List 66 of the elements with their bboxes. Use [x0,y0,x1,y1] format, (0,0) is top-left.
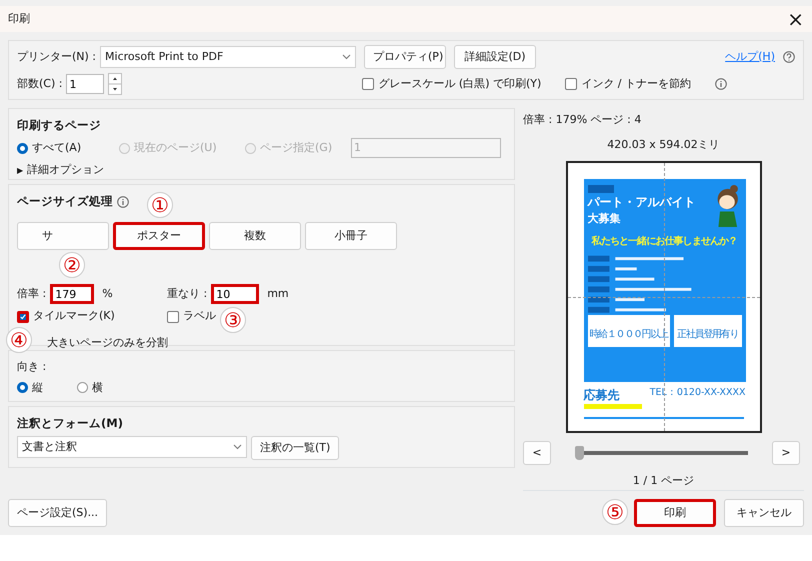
poster-feature-box: 正社員登用有り [674,314,742,346]
dialog-button[interactable]: ページ設定(S)... [8,499,108,527]
window-title: 印刷 [8,10,30,27]
info-icon [715,78,727,90]
copies-label: 部数(C) : [17,76,62,92]
label-tag-drawing [588,185,614,193]
page-counter: 1 / 1 ページ [632,473,694,489]
checkbox[interactable] [17,310,29,322]
dialog-button[interactable]: 印刷 [634,499,716,527]
number-field[interactable]: 10 [211,284,260,304]
more-options-link[interactable]: 詳細オプション [27,162,104,179]
radio-label: すべて(A) [32,140,82,156]
radio-label: ページ指定(G) [260,140,332,156]
poster-headline: パート・アルバイト [588,194,696,211]
mode-button[interactable]: ポスター [113,222,205,250]
previous-page-button[interactable]: < [523,441,551,465]
poster-headline: 大募集 [588,211,622,227]
section-title: ページサイズ処理 [17,193,113,210]
checkbox[interactable] [362,78,374,90]
checkbox-label: タイルマーク(K) [33,308,115,324]
dialog-button[interactable]: キャンセル [724,499,804,527]
poster-tel: TEL：0120-XX-XXXX [650,386,746,400]
info-icon [117,196,129,208]
copies-field[interactable]: 1 [66,74,104,94]
radio-label: 縦 [32,380,43,396]
radio-label: 現在のページ(U) [134,140,217,156]
unit-label: % [102,286,113,302]
section-title: 注釈とフォーム(M) [17,415,124,432]
printer-label: プリンター(N) : [17,48,96,65]
poster-apply-heading: 応募先 [584,386,642,409]
printer-dropdown[interactable]: Microsoft Print to PDF [100,46,356,68]
unit-label: mm [267,286,289,302]
spinner-control[interactable] [108,73,122,95]
number-field[interactable]: 179 [50,284,94,304]
close-button[interactable]: × [787,4,804,34]
radio-button[interactable] [17,142,28,154]
slider-thumb[interactable] [575,446,584,460]
section-title: 向き : [17,359,48,375]
radio-label: 横 [92,380,103,396]
radio-button[interactable] [17,382,28,394]
dialog-button[interactable]: 詳細設定(D) [454,45,536,69]
expand-toggle-icon[interactable]: ▶ [17,164,24,176]
help-link[interactable]: ヘルプ(H) [725,48,775,66]
mode-button[interactable]: サ [17,222,109,250]
mode-button[interactable]: 小冊子 [305,222,397,250]
check-icon [20,312,26,320]
comments-dropdown[interactable]: 文書と注釈 [17,436,247,458]
field-label: 重なり : [167,286,208,302]
chevron-icon [342,54,352,60]
next-page-button[interactable]: > [772,441,800,465]
checkbox[interactable] [167,310,179,322]
dialog-button[interactable]: 注釈の一覧(T) [251,436,340,460]
radio-button[interactable] [77,382,88,394]
page-size-label: 420.03 x 594.02ミリ [607,136,720,152]
checkbox-label: インク / トナーを節約 [581,76,691,92]
field-label: 倍率 : [17,286,46,302]
preview-info: 倍率 : 179% ページ : 4 [523,112,642,128]
checkbox[interactable] [565,78,578,90]
checkbox-label: ラベル [183,308,216,324]
checkbox-label: グレースケール (白黒) で印刷(Y) [378,76,542,92]
help-icon [783,51,795,63]
section-title: 印刷するページ [17,117,102,134]
option-label: 大きいページのみを分割 [47,334,168,351]
chevron-icon [233,444,242,450]
dialog-button[interactable]: プロパティ(P) [364,45,446,69]
mode-button[interactable]: 複数 [209,222,301,250]
